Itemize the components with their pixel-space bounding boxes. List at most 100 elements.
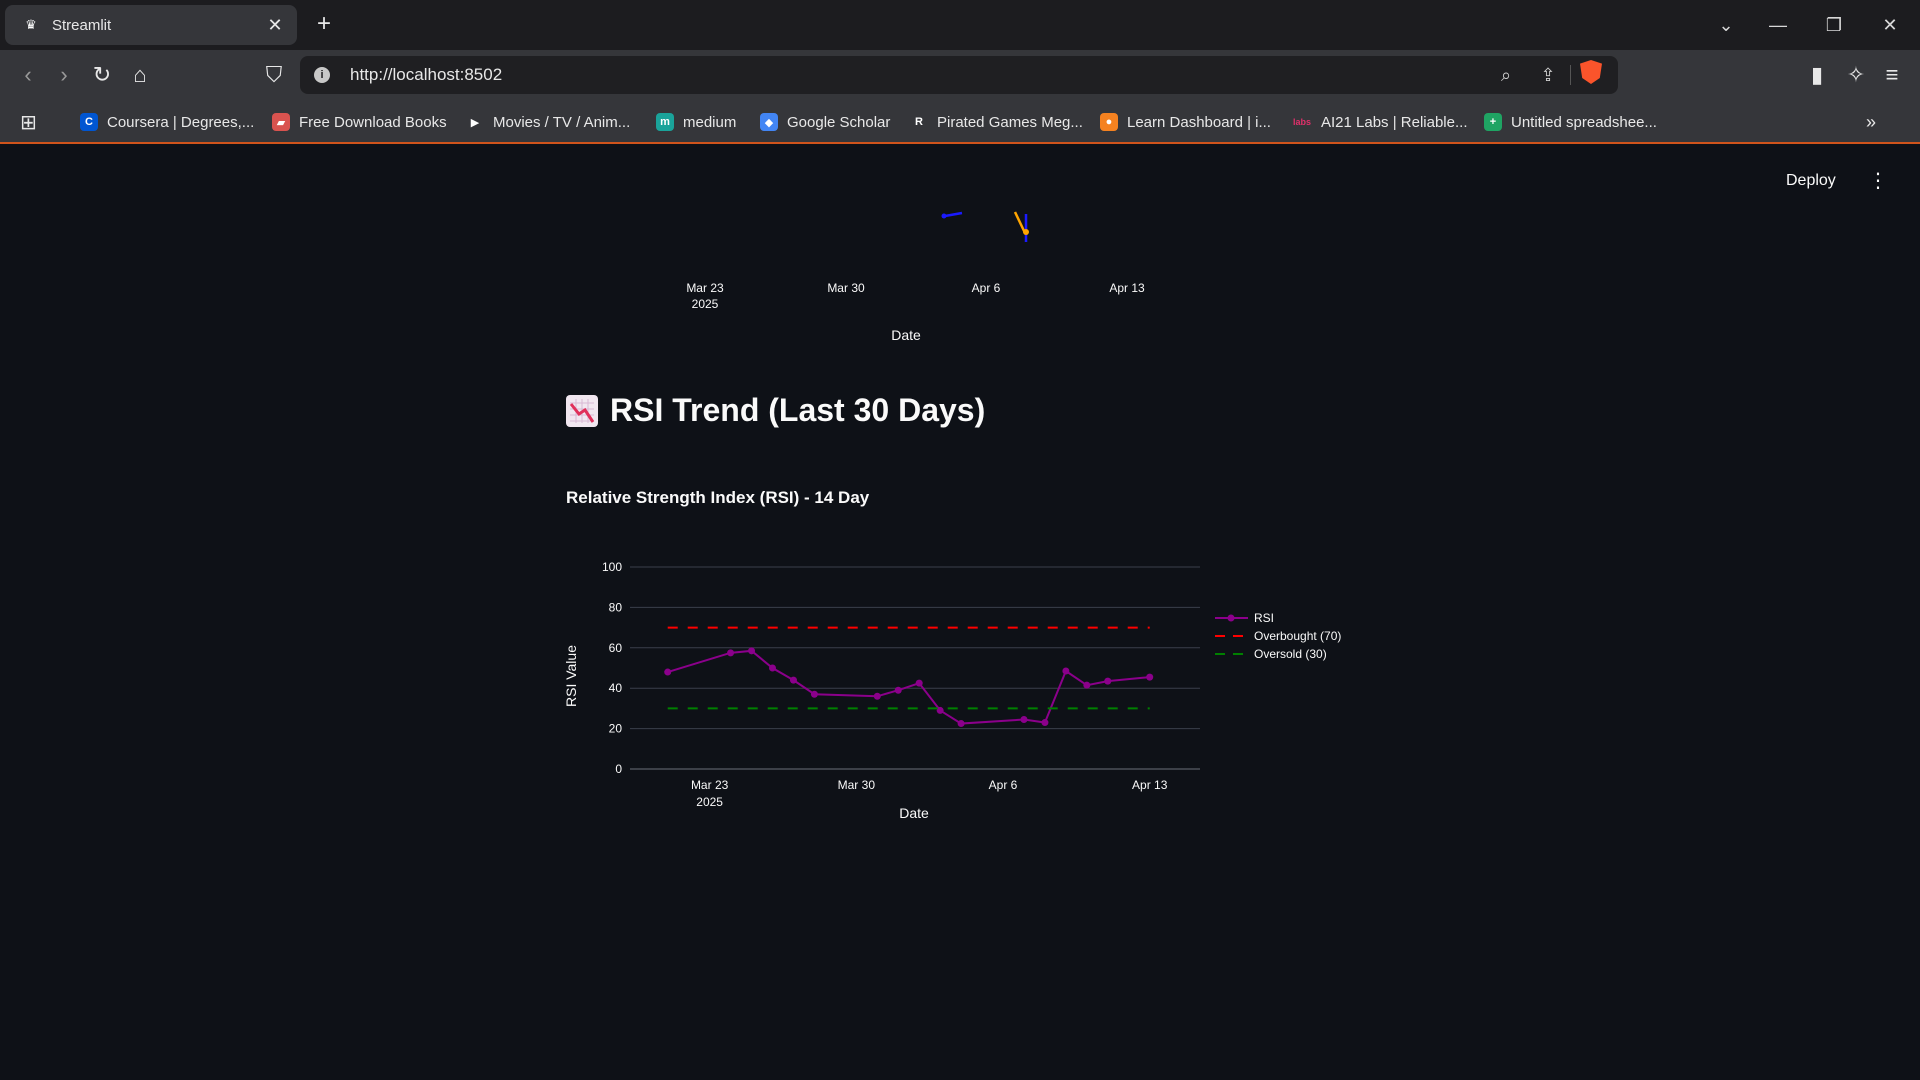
y-tick-label: 100 [602,560,622,574]
x-tick-year-label: 2025 [696,795,723,809]
bookmark-label: Movies / TV / Anim... [493,113,631,131]
bookmark-label: Free Download Books [299,113,447,131]
x-tick-label: Apr 13 [1132,778,1168,792]
leo-ai-icon[interactable]: ✧ [1842,61,1870,89]
sidebar-toggle-icon[interactable]: ▮ [1803,61,1831,89]
rsi-point [957,720,965,728]
top-chart-x-axis-title: Date [891,327,921,343]
x-tick-label: Mar 30 [838,778,876,792]
bookmark-item[interactable]: ▰ Free Download Books [272,110,447,134]
browser-tab[interactable]: ♛ Streamlit ✕ [5,5,297,45]
site-info-icon[interactable]: i [314,67,330,83]
y-tick-label: 40 [609,681,623,695]
rsi-point [748,647,756,655]
bookmark-label: Learn Dashboard | i... [1127,113,1271,131]
top-chart-point [1023,229,1029,235]
r-icon: R [915,116,923,128]
streamlit-app: Deploy ⋮ Mar 23 Mar 30 Apr 6 Apr 13 2025 Da… [0,146,1920,1080]
medium-icon: m [656,113,674,131]
top-chart-year-label: 2025 [692,297,719,311]
bookmark-item[interactable]: C Coursera | Degrees,... [80,110,254,134]
back-icon[interactable]: ‹ [14,61,42,89]
apps-grid-icon[interactable]: ⊞ [20,110,37,134]
learn-icon: ● [1100,113,1118,131]
chart-title: Relative Strength Index (RSI) - 14 Day [566,488,870,507]
restore-icon[interactable]: ❐ [1806,0,1862,50]
top-chart: Mar 23 Mar 30 Apr 6 Apr 13 2025 Date [686,211,1145,343]
bookmark-item[interactable]: ◆ Google Scholar [760,110,890,134]
top-chart-line-segment [944,211,963,218]
deploy-button[interactable]: Deploy [1786,172,1836,190]
rsi-point [664,668,672,676]
tab-search-chevron-icon[interactable]: ⌄ [1698,0,1754,50]
rsi-point [769,664,776,672]
bookmark-item[interactable]: m medium [656,110,736,134]
bookmark-label: medium [683,113,737,131]
play-icon: ▶ [470,116,480,129]
bookmarks-bar: ⊞ C Coursera | Degrees,... ▰ Free Download … [0,100,1920,144]
y-tick-label: 0 [615,762,622,776]
bookmark-label: Pirated Games Meg... [937,113,1083,131]
rsi-point [789,676,797,684]
bookmark-item[interactable]: labs AI21 Labs | Reliable... [1292,110,1468,134]
rsi-point [915,679,923,687]
bookmark-item[interactable]: ● Learn Dashboard | i... [1100,110,1271,134]
legend-marker [1227,614,1235,622]
rsi-point [894,686,902,694]
scholar-icon: ◆ [760,113,778,131]
bookmark-item[interactable]: + Untitled spreadshee... [1484,110,1657,134]
main-menu-icon[interactable]: ⋮ [1866,168,1890,192]
streamlit-icon: ♛ [25,17,37,32]
rsi-point [873,692,881,700]
minimize-icon[interactable]: — [1750,0,1806,50]
bookmark-label: Coursera | Degrees,... [107,113,255,131]
url-separator [1570,65,1571,85]
zoom-icon[interactable]: ⌕ [1494,63,1518,87]
more-bookmarks-icon[interactable]: » [1866,110,1876,134]
new-tab-icon[interactable]: + [310,10,338,38]
bookmark-item[interactable]: R Pirated Games Meg... [910,110,1083,134]
legend-label[interactable]: RSI [1254,611,1274,625]
labs-icon: labs [1292,117,1311,127]
section-heading: RSI Trend (Last 30 Days) [566,392,985,429]
chart-decreasing-icon [566,394,598,427]
close-tab-icon[interactable]: ✕ [263,13,287,37]
bookmark-item[interactable]: ▶ Movies / TV / Anim... [466,110,631,134]
top-chart-x-tick-label: Apr 6 [972,281,1001,295]
x-tick-label: Mar 23 [691,778,729,792]
coursera-icon: C [80,113,98,131]
top-chart-line-segment [1013,211,1027,234]
sheets-icon: + [1484,113,1502,131]
legend-label[interactable]: Overbought (70) [1254,629,1341,643]
rsi-point [727,649,735,657]
share-icon[interactable]: ⇪ [1536,63,1560,87]
rsi-point [810,690,818,698]
browser-toolbar: ‹ › ↻ ⌂ ⛉ i http://localhost:8502 ⌕ ⇪ ▮ … [0,50,1920,100]
y-tick-label: 20 [609,722,623,736]
bookmark-label: Google Scholar [787,113,891,131]
rsi-chart: 0 20 40 60 80 100 Mar 23 Mar 30 Apr 6 Apr 13 2025… [563,560,1341,821]
rsi-point [1146,673,1154,681]
bookmark-label: AI21 Labs | Reliable... [1321,113,1468,131]
address-bar[interactable]: i http://localhost:8502 ⌕ ⇪ [300,56,1618,94]
y-axis-title: RSI Value [563,645,579,707]
url-text[interactable]: http://localhost:8502 [350,65,502,85]
legend-label[interactable]: Oversold (30) [1254,647,1327,661]
x-tick-label: Apr 6 [989,778,1018,792]
bookmark-icon[interactable]: ⛉ [260,61,288,89]
y-tick-label: 60 [609,641,623,655]
rsi-point [1041,719,1049,727]
x-axis-title: Date [899,805,929,821]
home-icon[interactable]: ⌂ [126,61,154,89]
menu-icon[interactable]: ≡ [1878,61,1906,89]
rsi-point [1020,716,1028,724]
tab-bar: ♛ Streamlit ✕ + ⌄ — ❐ ✕ [0,0,1920,50]
top-chart-x-tick-label: Apr 13 [1109,281,1145,295]
section-title: RSI Trend (Last 30 Days) [610,392,986,428]
series-line-0 [667,649,1150,725]
top-chart-point [941,213,947,219]
close-window-icon[interactable]: ✕ [1862,0,1918,50]
reload-icon[interactable]: ↻ [88,61,116,89]
forward-icon[interactable]: › [50,61,78,89]
book-icon: ▰ [272,113,290,131]
